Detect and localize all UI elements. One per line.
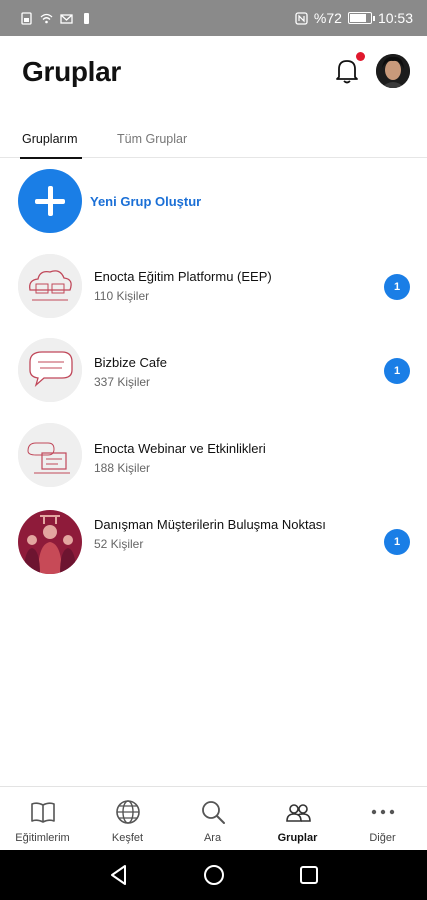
group-row-eep[interactable]: Enocta Eğitim Platformu (EEP) 110 Kişile…: [0, 254, 427, 324]
nav-label: Eğitimlerim: [15, 832, 70, 844]
bottom-nav: Eğitimlerim Keşfet Ara Gruplar Diğer: [0, 786, 427, 850]
group-row-webinar[interactable]: Enocta Webinar ve Etkinlikleri 188 Kişil…: [0, 423, 427, 493]
group-text: Bizbize Cafe 337 Kişiler: [94, 354, 334, 389]
page-title: Gruplar: [22, 56, 122, 87]
group-name: Enocta Webinar ve Etkinlikleri: [94, 441, 266, 456]
tab-bar: Gruplarım Tüm Gruplar: [0, 124, 427, 159]
nav-label: Gruplar: [277, 832, 318, 844]
nav-label: Keşfet: [111, 832, 144, 844]
profile-photo-icon: [376, 54, 410, 88]
group-image-icon: [18, 338, 82, 402]
plus-icon[interactable]: [18, 169, 82, 233]
nav-item-diger[interactable]: Diğer: [340, 787, 425, 851]
status-icons-right: %72 10:53: [295, 10, 413, 26]
group-avatar-eep: [18, 254, 82, 318]
recents-icon[interactable]: [297, 863, 321, 887]
unread-badge: 1: [384, 274, 410, 300]
group-name: Danışman Müşterilerin Buluşma Noktası: [94, 517, 326, 532]
group-image-icon: [18, 423, 82, 487]
back-icon[interactable]: [107, 863, 131, 887]
tab-my-groups[interactable]: Gruplarım: [20, 132, 82, 159]
nav-item-kesfet[interactable]: Keşfet: [85, 787, 170, 851]
group-avatar-webinar: [18, 423, 82, 487]
header: Gruplar: [0, 36, 427, 108]
group-member-count: 52 Kişiler: [94, 537, 144, 551]
unread-badge: 1: [384, 358, 410, 384]
people-icon: [286, 804, 311, 822]
group-text: Danışman Müşterilerin Buluşma Noktası 52…: [94, 516, 334, 551]
wifi-icon: [40, 13, 53, 23]
nav-label: Ara: [203, 832, 222, 844]
usb-icon: [84, 12, 89, 24]
home-icon[interactable]: [202, 863, 226, 887]
sim-icon: [21, 11, 32, 25]
battery-icon: [347, 12, 375, 24]
battery-fill: [349, 14, 366, 22]
nav-item-gruplar[interactable]: Gruplar: [255, 787, 340, 851]
new-group-label[interactable]: Yeni Grup Oluştur: [90, 194, 201, 209]
group-avatar-danisman: [18, 510, 82, 574]
group-member-count: 188 Kişiler: [94, 461, 151, 475]
group-name: Enocta Eğitim Platformu (EEP): [94, 269, 272, 284]
nav-item-egitimlerim[interactable]: Eğitimlerim: [0, 787, 85, 851]
group-member-count: 337 Kişiler: [94, 375, 151, 389]
nfc-icon: [295, 11, 308, 25]
search-icon: [202, 801, 225, 824]
group-avatar-bizbize: [18, 338, 82, 402]
status-bar: %72 10:53: [0, 0, 427, 36]
notification-dot: [356, 52, 365, 61]
group-image-icon: [18, 510, 82, 574]
new-group-row[interactable]: Yeni Grup Oluştur: [18, 169, 201, 233]
clock: 10:53: [377, 10, 413, 26]
nav-label: Diğer: [369, 832, 396, 844]
avatar[interactable]: [376, 54, 410, 88]
android-nav-bar: [0, 850, 427, 900]
nav-item-ara[interactable]: Ara: [170, 787, 255, 851]
unread-badge: 1: [384, 529, 410, 555]
more-icon: [371, 809, 395, 815]
status-icons-left: [20, 11, 93, 25]
book-icon: [31, 802, 55, 823]
globe-icon: [116, 800, 140, 824]
group-row-bizbize-cafe[interactable]: Bizbize Cafe 337 Kişiler 1: [0, 338, 427, 408]
group-row-danisman[interactable]: Danışman Müşterilerin Buluşma Noktası 52…: [0, 510, 427, 580]
group-image-icon: [18, 254, 82, 318]
battery-percent: %72: [313, 10, 342, 26]
bell-icon[interactable]: [333, 56, 361, 86]
group-text: Enocta Eğitim Platformu (EEP) 110 Kişile…: [94, 268, 334, 303]
group-name: Bizbize Cafe: [94, 355, 167, 370]
mail-icon: [60, 13, 73, 24]
tab-all-groups[interactable]: Tüm Gruplar: [117, 132, 187, 158]
group-member-count: 110 Kişiler: [94, 289, 150, 303]
group-text: Enocta Webinar ve Etkinlikleri 188 Kişil…: [94, 440, 334, 475]
